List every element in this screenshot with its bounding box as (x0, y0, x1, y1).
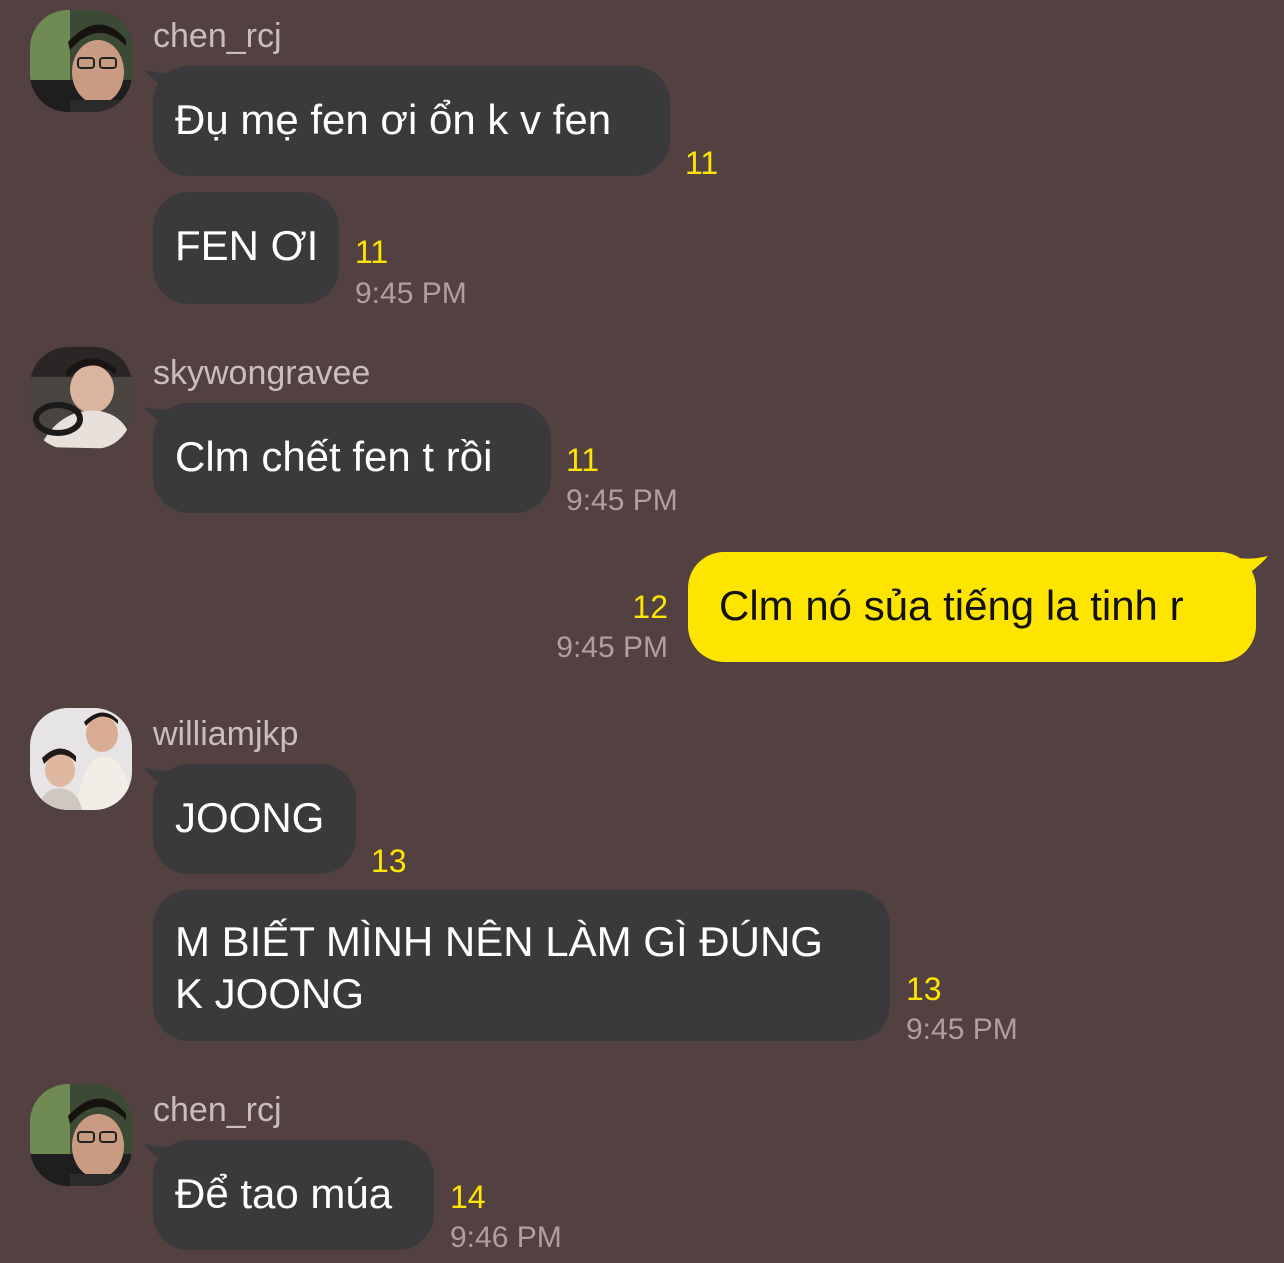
message-text-line: M BIẾT MÌNH NÊN LÀM GÌ ĐÚNG (175, 918, 823, 965)
sender-name: skywongravee (153, 354, 371, 392)
bubble-tail (1238, 556, 1268, 580)
sender-name: chen_rcj (153, 1091, 282, 1129)
avatar-skywongravee[interactable] (30, 347, 132, 449)
message-text-line: K JOONG (175, 970, 365, 1017)
message-bubble[interactable]: JOONG (153, 764, 356, 874)
message-bubble[interactable]: Clm chết fen t rồi (153, 403, 551, 513)
unread-count: 13 (906, 971, 942, 1007)
unread-count: 11 (685, 145, 719, 181)
unread-count: 11 (355, 234, 389, 270)
message-text: Đụ mẹ fen ơi ổn k v fen (175, 96, 612, 143)
unread-count: 12 (632, 589, 668, 625)
sender-name: chen_rcj (153, 17, 282, 55)
unread-count: 13 (371, 843, 407, 879)
sender-name: williamjkp (153, 715, 299, 753)
unread-count: 14 (450, 1179, 486, 1215)
timestamp: 9:45 PM (556, 631, 668, 664)
message-text: Để tao múa (175, 1170, 393, 1217)
timestamp: 9:45 PM (566, 484, 678, 517)
avatar-photo (30, 1084, 132, 1186)
message-text: FEN ƠI (175, 222, 319, 269)
message-bubble[interactable]: FEN ƠI (153, 192, 339, 304)
timestamp: 9:45 PM (906, 1013, 1018, 1046)
avatar-photo (30, 347, 132, 449)
unread-count: 11 (566, 442, 600, 478)
message-text: JOONG (175, 794, 325, 841)
message-bubble[interactable]: Để tao múa (153, 1140, 434, 1250)
my-message-bubble[interactable]: Clm nó sủa tiếng la tinh r (688, 552, 1256, 662)
message-text: Clm nó sủa tiếng la tinh r (719, 582, 1184, 629)
timestamp: 9:45 PM (355, 277, 467, 310)
avatar-chen-rcj[interactable] (30, 10, 132, 112)
avatar-photo (30, 10, 132, 112)
message-bubble[interactable]: Đụ mẹ fen ơi ổn k v fen (153, 66, 670, 176)
avatar-photo (30, 708, 132, 810)
message-bubble[interactable]: M BIẾT MÌNH NÊN LÀM GÌ ĐÚNG K JOONG (153, 890, 890, 1041)
avatar-williamjkp[interactable] (30, 708, 132, 810)
avatar-chen-rcj[interactable] (30, 1084, 132, 1186)
timestamp: 9:46 PM (450, 1221, 562, 1254)
message-text: Clm chết fen t rồi (175, 433, 493, 480)
